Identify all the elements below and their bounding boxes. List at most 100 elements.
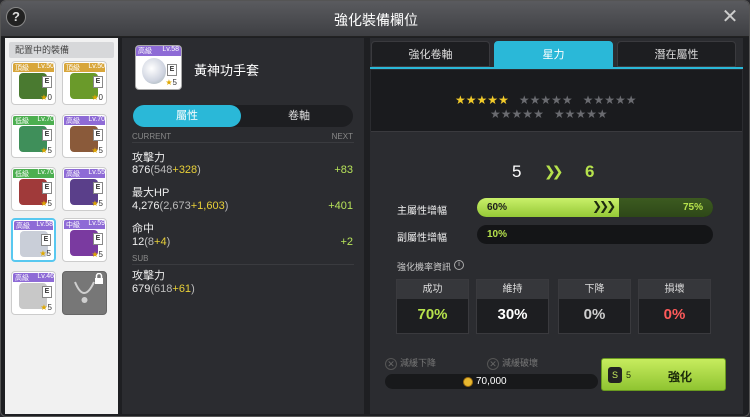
stat-value: 12(8+4) <box>132 236 171 248</box>
slot-star-count: ★5 <box>40 146 52 155</box>
stat-next-value: +2 <box>340 236 353 248</box>
star-icon: ★ <box>529 93 541 107</box>
star-icon: ★ <box>533 107 544 121</box>
slot-star-count: ★5 <box>39 249 51 258</box>
tab-scrolls[interactable]: 卷軸 <box>245 105 353 127</box>
stat-name: 命中 <box>132 223 154 235</box>
slot-level: Lv.70 <box>37 116 54 123</box>
slot-tier: 低級 <box>15 118 29 125</box>
probability-title: 強化機率資訊 <box>397 262 452 272</box>
equipment-slot[interactable]: 頂級 Lv.50 E ★0 <box>11 61 56 105</box>
probability-destroy: 損壞 0% <box>638 279 711 334</box>
probability-label: 損壞 <box>639 280 710 299</box>
divider <box>132 142 354 143</box>
equipped-badge: E <box>41 234 51 246</box>
star-icon: ★ <box>498 93 509 107</box>
slot-level: Lv.55 <box>88 169 105 176</box>
equipment-slot[interactable]: 頂級 Lv.50 E ★0 <box>62 61 107 105</box>
star-icon: ★ <box>540 93 552 107</box>
title-bar: ? 強化裝備欄位 ✕ <box>1 1 749 37</box>
reduce-drop-toggle[interactable]: ✕ 減緩下降 <box>385 356 436 370</box>
star-icon: ★ <box>564 107 576 121</box>
slot-star-count: ★5 <box>91 250 103 259</box>
slot-level: Lv.59 <box>88 220 105 227</box>
probability-value: 70% <box>417 306 448 323</box>
stat-next-value: +83 <box>334 164 353 176</box>
next-caption: NEXT <box>331 132 353 141</box>
locked-slot[interactable] <box>62 271 107 315</box>
equipment-slot[interactable]: 高級 Lv.58 E ★5 <box>11 218 56 262</box>
chevron-right-icon: ❯❯ <box>544 163 564 179</box>
enhance-equipment-window: ? 強化裝備欄位 ✕ 配置中的裝備 頂級 Lv.50 E ★0 頂級 Lv.50 E ★0 低級… <box>0 0 750 417</box>
star-icon: ★ <box>500 107 512 121</box>
slot-tier: 高級 <box>15 275 29 282</box>
current-caption: CURRENT <box>132 132 172 141</box>
equipment-slot[interactable]: 高級 Lv.55 E ★5 <box>62 167 107 211</box>
enhance-label: 強化 <box>668 370 693 384</box>
main-stat-next: 75% <box>682 202 703 213</box>
current-star-level: 5 <box>512 162 522 181</box>
star-row: ★★★★★ ★★★★★ ★★★★★ <box>455 93 636 107</box>
enhance-button[interactable]: S 5 強化 <box>601 358 726 391</box>
equipped-badge: E <box>167 64 177 76</box>
close-button[interactable]: ✕ <box>721 7 739 27</box>
equipped-items-panel: 配置中的裝備 頂級 Lv.50 E ★0 頂級 Lv.50 E ★0 低級 Lv.70 E ★5 高級 L… <box>5 38 118 414</box>
slot-level: Lv.70 <box>88 116 105 123</box>
star-icon: ★ <box>455 93 466 107</box>
tab-enhance-scroll[interactable]: 強化卷軸 <box>371 41 490 67</box>
star-progress-box: ★★★★★ ★★★★★ ★★★★★ ★★★★★ ★★★★★ <box>371 70 742 132</box>
close-icon: ✕ <box>487 357 499 370</box>
star-icon: ★ <box>586 107 597 121</box>
star-icon: ★ <box>518 93 530 107</box>
ticket-count: 5 <box>626 370 632 380</box>
equipped-badge: E <box>93 76 103 88</box>
star-icon: ★ <box>604 93 615 107</box>
info-icon[interactable]: i <box>454 260 464 270</box>
equipment-slot[interactable]: 中級 Lv.59 E ★5 <box>62 218 107 262</box>
slot-star-count: ★5 <box>91 199 103 208</box>
star-icon: ★ <box>476 93 488 107</box>
sub-caption: SUB <box>132 254 149 263</box>
slot-star-count: ★5 <box>91 146 103 155</box>
item-star-count: ★5 <box>165 78 177 87</box>
tab-starforce[interactable]: 星力 <box>494 41 613 67</box>
divider <box>132 264 354 265</box>
main-stat-current: 60% <box>487 202 508 213</box>
next-star-level: 6 <box>585 162 595 181</box>
close-icon: ✕ <box>385 357 397 370</box>
star-icon: ★ <box>561 93 573 107</box>
sub-stat-label: 副屬性增幅 <box>397 233 447 244</box>
stat-name: 攻擊力 <box>132 270 165 282</box>
starforce-panel: 強化卷軸 星力 潛在屬性 ★★★★★ ★★★★★ ★★★★★ ★★★★★ ★★★★★ … <box>370 38 743 414</box>
stat-name: 攻擊力 <box>132 152 165 164</box>
ticket-icon: S <box>608 367 622 383</box>
star-icon: ★ <box>553 107 565 121</box>
equipment-slot[interactable]: 高級 Lv.46 E ★5 <box>11 271 56 315</box>
equipped-badge: E <box>93 182 103 194</box>
enhance-cost: 70,000 <box>476 376 507 387</box>
equipment-slot[interactable]: 低級 Lv.70 E ★5 <box>11 114 56 158</box>
probability-value: 30% <box>497 306 528 323</box>
stat-name: 最大HP <box>132 187 170 199</box>
star-icon: ★ <box>575 107 587 121</box>
probability-label: 成功 <box>397 280 468 299</box>
probability-maintain: 維持 30% <box>476 279 549 334</box>
tab-potential[interactable]: 潛在屬性 <box>617 41 736 67</box>
reduce-break-toggle[interactable]: ✕ 減緩破壞 <box>487 356 538 370</box>
tab-attributes[interactable]: 屬性 <box>133 105 241 127</box>
coin-icon <box>463 377 473 387</box>
slot-tier: 高級 <box>66 171 80 178</box>
slot-tier: 頂級 <box>15 65 29 72</box>
sub-stat-bar <box>477 225 713 244</box>
tab-underline <box>370 67 743 69</box>
equipped-items-header: 配置中的裝備 <box>9 42 114 58</box>
equipment-slot[interactable]: 高級 Lv.70 E ★5 <box>62 114 107 158</box>
probability-drop: 下降 0% <box>558 279 631 334</box>
star-icon: ★ <box>511 107 523 121</box>
sub-stat-current: 10% <box>487 229 508 240</box>
slot-star-count: ★5 <box>40 199 52 208</box>
equipped-badge: E <box>42 76 52 88</box>
equipped-badge: E <box>93 129 103 141</box>
star-icon: ★ <box>593 93 605 107</box>
equipment-slot[interactable]: 低級 Lv.70 E ★5 <box>11 167 56 211</box>
